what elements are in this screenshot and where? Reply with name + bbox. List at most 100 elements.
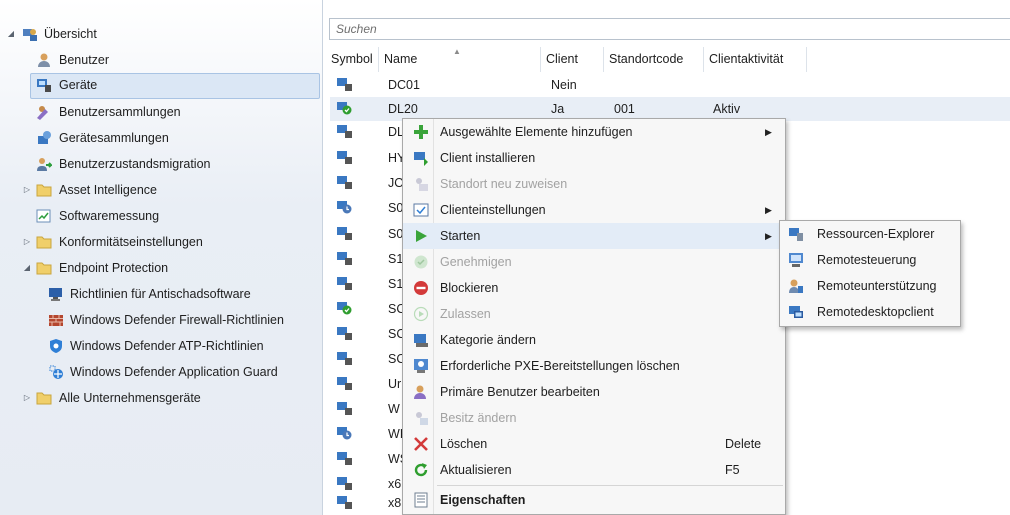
device-icon (337, 125, 352, 138)
change-ownership-icon (416, 412, 428, 425)
tree-root-overview[interactable]: ◢ Übersicht (0, 22, 320, 46)
nav-item-label: Gerätesammlungen (59, 131, 169, 145)
devices-icon (37, 79, 51, 92)
device-name: S0 (388, 227, 404, 241)
menu-item-label: Ausgewählte Elemente hinzufügen (440, 125, 633, 139)
search-placeholder: Suchen (336, 22, 377, 36)
table-row[interactable]: DC01 Nein (330, 73, 1010, 97)
submenu-item-remote-assistance[interactable]: Remoteunterstützung (780, 273, 960, 299)
folder-icon (36, 184, 52, 197)
menu-item-label: Blockieren (440, 281, 499, 295)
nav-item-user-collections[interactable]: Benutzersammlungen (0, 100, 320, 124)
allow-icon (413, 306, 429, 322)
collapse-triangle-icon[interactable]: ◢ (22, 256, 32, 280)
menu-item-properties[interactable]: Eigenschaften (403, 487, 785, 513)
menu-item-label: Besitz ändern (440, 411, 517, 425)
device-icon (337, 277, 352, 290)
menu-item-label: Primäre Benutzer bearbeiten (440, 385, 600, 399)
user-collection-icon (37, 106, 48, 120)
menu-item-change-category[interactable]: Kategorie ändern (403, 327, 785, 353)
defender-shield-icon (50, 339, 62, 353)
device-client-ok-icon (337, 102, 352, 115)
nav-item-device-collections[interactable]: Gerätesammlungen (0, 126, 320, 150)
submenu-item-remote-desktop-client[interactable]: Remotedesktopclient (780, 299, 960, 325)
nav-item-all-corporate-devices[interactable]: ▷ Alle Unternehmensgeräte (0, 386, 320, 410)
nav-item-antimalware-policies[interactable]: Richtlinien für Antischadsoftware (0, 282, 320, 306)
nav-item-users[interactable]: Benutzer (0, 48, 320, 72)
menu-item-client-settings[interactable]: Clienteinstellungen ▶ (403, 197, 785, 223)
menu-item-install-client[interactable]: Client installieren (403, 145, 785, 171)
nav-item-devices[interactable]: Geräte (30, 73, 320, 99)
nav-item-user-state-migration[interactable]: Benutzerzustandsmigration (0, 152, 320, 176)
nav-item-label: Softwaremessung (59, 209, 160, 223)
nav-item-label: Konformitätseinstellungen (59, 235, 203, 249)
remote-control-icon (789, 253, 803, 267)
menu-item-start[interactable]: Starten ▶ (403, 223, 785, 249)
nav-item-label: Benutzer (59, 53, 110, 67)
menu-separator (437, 485, 783, 486)
device-icon (337, 477, 352, 490)
folder-icon (36, 236, 52, 249)
shortcut-label: Delete (725, 437, 762, 451)
expand-triangle-icon[interactable]: ▷ (22, 178, 32, 202)
expand-triangle-icon[interactable]: ▷ (22, 386, 32, 410)
expand-triangle-icon[interactable]: ▷ (22, 230, 32, 254)
submenu-item-label: Remotedesktopclient (817, 305, 934, 319)
nav-item-label: Endpoint Protection (59, 261, 169, 275)
device-icon (337, 402, 352, 415)
menu-item-delete[interactable]: Löschen Delete (403, 431, 785, 457)
submenu-arrow-icon: ▶ (765, 231, 772, 241)
menu-item-add-selected[interactable]: Ausgewählte Elemente hinzufügen ▶ (403, 119, 785, 145)
column-header-name[interactable]: Name ▲ (379, 47, 541, 72)
delete-x-icon (414, 437, 428, 451)
menu-item-edit-primary-users[interactable]: Primäre Benutzer bearbeiten (403, 379, 785, 405)
submenu-item-label: Ressourcen-Explorer (817, 227, 935, 241)
column-header-label: Clientaktivität (709, 52, 784, 66)
device-pending-icon (337, 427, 352, 440)
nav-item-software-metering[interactable]: Softwaremessung (0, 204, 320, 228)
nav-item-endpoint-protection[interactable]: ◢ Endpoint Protection (0, 256, 320, 280)
device-icon (337, 352, 352, 365)
nav-item-application-guard[interactable]: Windows Defender Application Guard (0, 360, 320, 384)
add-green-plus-icon (414, 125, 428, 139)
device-icon (337, 151, 352, 164)
menu-item-clear-pxe[interactable]: Erforderliche PXE-Bereitstellungen lösch… (403, 353, 785, 379)
column-header-client-activity[interactable]: Clientaktivität (704, 47, 807, 72)
collapse-triangle-icon[interactable]: ◢ (6, 22, 16, 46)
clear-pxe-icon (414, 359, 428, 373)
device-icon (337, 78, 352, 91)
menu-item-block[interactable]: Blockieren (403, 275, 785, 301)
submenu-item-resource-explorer[interactable]: Ressourcen-Explorer (780, 221, 960, 247)
nav-item-compliance-settings[interactable]: ▷ Konformitätseinstellungen (0, 230, 320, 254)
remote-assistance-icon (789, 279, 803, 293)
device-icon (337, 327, 352, 340)
search-box[interactable]: Suchen (329, 18, 1010, 40)
menu-item-change-ownership[interactable]: Besitz ändern (403, 405, 785, 431)
nav-item-asset-intelligence[interactable]: ▷ Asset Intelligence (0, 178, 320, 202)
column-header-symbol[interactable]: Symbol (326, 47, 379, 72)
context-menu: Ausgewählte Elemente hinzufügen ▶ Client… (402, 118, 786, 515)
nav-item-firewall-policies[interactable]: Windows Defender Firewall-Richtlinien (0, 308, 320, 332)
column-header-label: Name (384, 52, 418, 66)
menu-item-label: Erforderliche PXE-Bereitstellungen lösch… (440, 359, 680, 373)
column-header-client[interactable]: Client (541, 47, 604, 72)
menu-item-refresh[interactable]: Aktualisieren F5 (403, 457, 785, 483)
remote-desktop-icon (789, 306, 803, 318)
submenu-arrow-icon: ▶ (765, 205, 772, 215)
device-icon (337, 176, 352, 189)
device-name: WI (388, 427, 404, 441)
menu-item-reassign-site[interactable]: Standort neu zuweisen (403, 171, 785, 197)
column-header-site-code[interactable]: Standortcode (604, 47, 704, 72)
device-name: W (388, 402, 400, 416)
refresh-icon (414, 463, 428, 477)
menu-item-label: Standort neu zuweisen (440, 177, 568, 191)
menu-item-label: Starten (440, 229, 481, 243)
column-header-label: Symbol (331, 52, 373, 66)
nav-item-label: Windows Defender Firewall-Richtlinien (70, 313, 284, 327)
nav-item-label: Benutzerzustandsmigration (59, 157, 211, 171)
nav-item-atp-policies[interactable]: Windows Defender ATP-Richtlinien (0, 334, 320, 358)
menu-item-allow[interactable]: Zulassen (403, 301, 785, 327)
submenu-item-remote-control[interactable]: Remotesteuerung (780, 247, 960, 273)
menu-item-approve[interactable]: Genehmigen (403, 249, 785, 275)
device-name: S1 (388, 277, 404, 291)
